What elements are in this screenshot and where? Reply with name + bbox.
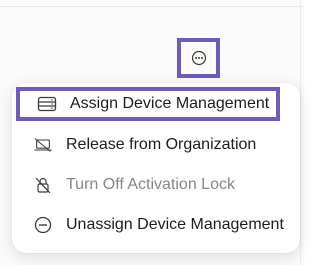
menu-item-turn-off-activation-lock[interactable]: Turn Off Activation Lock bbox=[12, 168, 300, 202]
menu-item-release-from-organization[interactable]: Release from Organization bbox=[12, 128, 300, 162]
laptop-slash-icon bbox=[33, 136, 53, 154]
context-menu: Assign Device Management Release from Or… bbox=[12, 83, 300, 253]
menu-item-label: Release from Organization bbox=[66, 136, 257, 153]
divider bbox=[300, 0, 301, 265]
server-icon bbox=[37, 95, 57, 113]
lock-slash-icon bbox=[33, 176, 53, 194]
divider bbox=[0, 6, 304, 7]
menu-item-assign-device-management[interactable]: Assign Device Management bbox=[16, 87, 280, 121]
menu-item-label: Assign Device Management bbox=[70, 95, 270, 112]
minus-circle-icon bbox=[33, 216, 53, 234]
more-options-button[interactable] bbox=[177, 38, 220, 78]
menu-item-unassign-device-management[interactable]: Unassign Device Management bbox=[12, 208, 300, 242]
ellipsis-circle-icon bbox=[191, 50, 207, 66]
menu-item-label: Turn Off Activation Lock bbox=[66, 176, 235, 193]
menu-item-label: Unassign Device Management bbox=[66, 216, 284, 233]
